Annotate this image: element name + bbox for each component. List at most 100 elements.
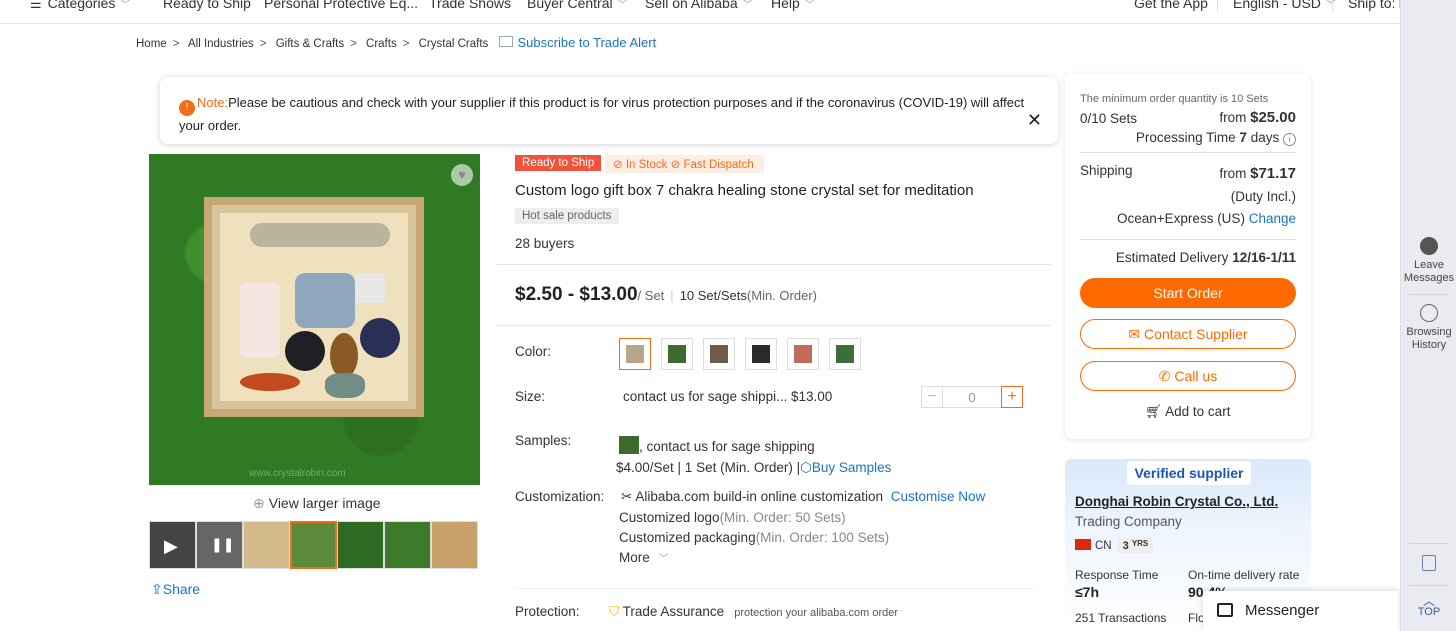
covid-notice: ! Note:Please be cautious and check with … bbox=[160, 77, 1058, 144]
location-pin-icon: ! bbox=[179, 100, 195, 116]
view-larger-image-link[interactable]: ⊕ View larger image bbox=[253, 495, 381, 512]
leave-messages-button[interactable]: Leave Messages bbox=[1401, 237, 1456, 285]
chevron-down-icon: ﹀ bbox=[742, 0, 753, 11]
subscribe-trade-alert-link[interactable]: Subscribe to Trade Alert bbox=[499, 35, 660, 50]
price-unit: / Set bbox=[637, 288, 665, 303]
nav-help[interactable]: Help ﹀ bbox=[771, 0, 815, 11]
sample-thumbnail bbox=[619, 436, 639, 454]
color-swatch-selected[interactable] bbox=[619, 338, 651, 370]
pause-thumbnail[interactable]: ❚❚ bbox=[196, 521, 243, 569]
close-icon[interactable]: ✕ bbox=[1027, 110, 1042, 130]
messenger-bar[interactable]: Messenger bbox=[1203, 591, 1398, 631]
check-circle-icon: ⊘ bbox=[670, 159, 681, 171]
trade-assurance[interactable]: ⛉ Trade Assurance protection your alibaba… bbox=[609, 604, 898, 620]
min-qty-note: The minimum order quantity is 10 Sets bbox=[1080, 93, 1269, 105]
chevron-up-icon: ︿ bbox=[1422, 594, 1435, 608]
image-watermark: www.crystalrobin.com bbox=[249, 468, 346, 479]
menu-icon: ☰ bbox=[30, 0, 42, 11]
size-price: $13.00 bbox=[791, 389, 833, 404]
product-main-image[interactable]: www.crystalrobin.com bbox=[149, 154, 480, 485]
increase-button[interactable]: + bbox=[1001, 386, 1023, 408]
nav-ready-to-ship[interactable]: Ready to Ship bbox=[163, 0, 251, 11]
call-us-button[interactable]: ✆ Call us bbox=[1080, 361, 1296, 391]
zoom-icon: ⊕ bbox=[253, 495, 265, 511]
contact-supplier-button[interactable]: ✉ Contact Supplier bbox=[1080, 319, 1296, 349]
browsing-history-button[interactable]: Browsing History bbox=[1401, 304, 1456, 352]
breadcrumb: Home > All Industries > Gifts & Crafts > Cr… bbox=[136, 35, 664, 50]
hot-sale-tag[interactable]: Hot sale products bbox=[515, 208, 619, 224]
chevron-down-icon: ﹀ bbox=[617, 0, 628, 11]
info-icon[interactable]: i bbox=[1283, 133, 1296, 146]
nav-sell-on-alibaba[interactable]: Sell on Alibaba ﹀ bbox=[645, 0, 753, 11]
quantity-input[interactable]: 0 bbox=[943, 386, 1001, 408]
breadcrumb-home[interactable]: Home bbox=[136, 38, 167, 50]
thumbnail-image[interactable] bbox=[243, 521, 290, 569]
note-text: Please be cautious and check with your s… bbox=[179, 95, 1025, 133]
breadcrumb-all-industries[interactable]: All Industries bbox=[188, 38, 254, 50]
price-range: $2.50 - $13.00 bbox=[515, 284, 638, 305]
color-swatch[interactable] bbox=[787, 338, 819, 370]
thumbnail-image-selected[interactable] bbox=[290, 521, 337, 569]
samples-label: Samples: bbox=[515, 433, 572, 448]
breadcrumb-gifts-crafts[interactable]: Gifts & Crafts bbox=[276, 38, 344, 50]
pause-icon: ❚❚ bbox=[211, 536, 235, 552]
thumbnail-image[interactable] bbox=[431, 521, 478, 569]
share-link[interactable]: ⇪Share bbox=[151, 581, 200, 598]
divider bbox=[497, 325, 1051, 326]
start-order-button[interactable]: Start Order bbox=[1080, 278, 1296, 308]
feedback-button[interactable] bbox=[1401, 555, 1456, 575]
gift-box-graphic bbox=[204, 197, 424, 417]
get-the-app-link[interactable]: Get the App bbox=[1134, 0, 1208, 11]
color-swatch[interactable] bbox=[829, 338, 861, 370]
estimated-delivery: Estimated Delivery 12/16-1/11 bbox=[1115, 250, 1296, 265]
breadcrumb-crafts[interactable]: Crafts bbox=[366, 38, 397, 50]
samples-info: , contact us for sage shipping bbox=[619, 436, 815, 454]
favorite-heart-icon[interactable]: ♥ bbox=[451, 164, 473, 186]
nav-divider bbox=[1217, 0, 1218, 12]
thumbnail-image[interactable] bbox=[337, 521, 384, 569]
language-selector[interactable]: English - USD ﹀ bbox=[1233, 0, 1336, 11]
customise-now-link[interactable]: Customise Now bbox=[891, 489, 986, 504]
nav-divider bbox=[1332, 0, 1333, 12]
nav-buyer-central[interactable]: Buyer Central ﹀ bbox=[527, 0, 628, 11]
thumbnail-image[interactable] bbox=[384, 521, 431, 569]
customization-online: ✂ Alibaba.com build-in online customizat… bbox=[621, 489, 986, 504]
categories-menu[interactable]: ☰ Categories ﹀ bbox=[30, 0, 130, 12]
video-thumbnail[interactable]: ▶ bbox=[149, 521, 196, 569]
change-shipping-link[interactable]: Change bbox=[1249, 211, 1296, 226]
stock-dispatch-badge: ⊘ In Stock ⊘ Fast Dispatch bbox=[605, 155, 764, 173]
play-icon: ▶ bbox=[164, 536, 178, 556]
add-to-cart-link[interactable]: 🛒︎ Add to cart bbox=[1145, 404, 1230, 420]
size-option[interactable]: contact us for sage shippi... bbox=[623, 389, 787, 404]
nav-personal-protective[interactable]: Personal Protective Eq... bbox=[264, 0, 418, 11]
buy-samples-link[interactable]: ⬡Buy Samples bbox=[800, 460, 891, 475]
breadcrumb-crystal-crafts[interactable]: Crystal Crafts bbox=[419, 38, 489, 50]
color-swatch[interactable] bbox=[703, 338, 735, 370]
response-time-label: Response Time bbox=[1075, 568, 1159, 582]
shield-icon: ⛉ bbox=[609, 604, 620, 619]
phone-icon: ✆ bbox=[1158, 368, 1171, 384]
more-toggle[interactable]: More ﹀ bbox=[619, 550, 669, 565]
back-to-top-button[interactable]: ︿ TOP bbox=[1401, 594, 1456, 619]
shipping-method: Ocean+Express (US) Change bbox=[1117, 211, 1296, 226]
protection-label: Protection: bbox=[515, 604, 580, 619]
color-swatch[interactable] bbox=[661, 338, 693, 370]
avatar-icon bbox=[1420, 237, 1438, 255]
supplier-name-link[interactable]: Donghai Robin Crystal Co., Ltd. bbox=[1075, 494, 1278, 509]
nav-trade-shows[interactable]: Trade Shows bbox=[429, 0, 511, 11]
divider bbox=[497, 264, 1051, 265]
supplier-country: CN 3 YRS bbox=[1075, 538, 1154, 553]
samples-price: $4.00/Set | 1 Set (Min. Order) |⬡Buy Sam… bbox=[616, 460, 892, 475]
product-title: Custom logo gift box 7 chakra healing st… bbox=[515, 182, 974, 199]
thumbnail-strip: ▶ ❚❚ bbox=[149, 521, 478, 569]
note-label: Note: bbox=[197, 95, 229, 110]
sets-count: 0/10 Sets bbox=[1080, 111, 1138, 126]
years-badge: 3 YRS bbox=[1117, 538, 1154, 553]
share-icon: ⇪ bbox=[151, 581, 163, 597]
color-swatch[interactable] bbox=[745, 338, 777, 370]
order-price: from $25.00 bbox=[1219, 109, 1296, 126]
buyers-count: 28 buyers bbox=[515, 236, 575, 251]
decrease-button[interactable]: − bbox=[921, 386, 943, 408]
ontime-label: On-time delivery rate bbox=[1188, 568, 1300, 582]
right-sidebar: Leave Messages Browsing History ︿ TOP bbox=[1400, 0, 1456, 631]
